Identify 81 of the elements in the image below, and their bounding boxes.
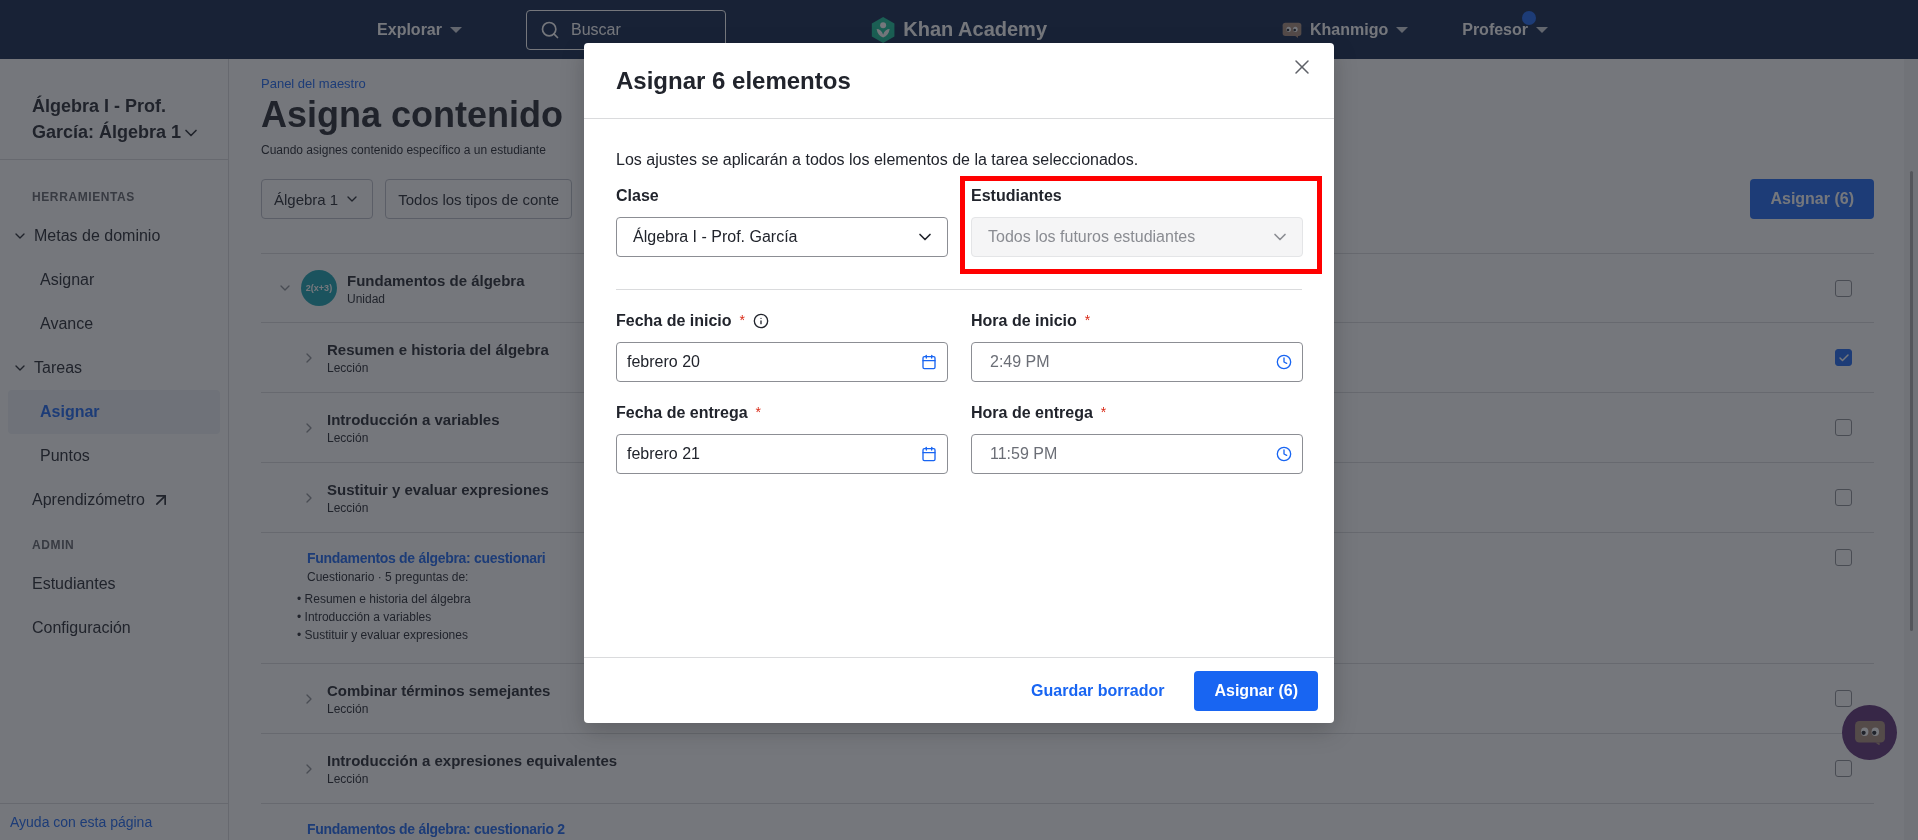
date-field[interactable]: febrero 21 bbox=[616, 434, 948, 474]
field-label: Fecha de inicio bbox=[616, 312, 732, 330]
checkbox[interactable] bbox=[1835, 489, 1852, 506]
field-label: Fecha de entrega bbox=[616, 404, 748, 422]
sidebar-item[interactable]: Estudiantes bbox=[8, 562, 220, 606]
clock-icon bbox=[1276, 446, 1292, 462]
time-field[interactable]: 2:49 PM bbox=[971, 342, 1303, 382]
field-label: Clase bbox=[616, 187, 659, 205]
logo-text: Khan Academy bbox=[903, 18, 1047, 41]
checkbox[interactable] bbox=[1835, 419, 1852, 436]
robot-face-icon bbox=[1282, 21, 1302, 38]
calendar-icon bbox=[921, 354, 937, 370]
bullet-item: • Sustituir y evaluar expresiones bbox=[297, 627, 468, 644]
search-icon bbox=[540, 19, 560, 40]
search-field[interactable]: Buscar bbox=[526, 9, 726, 50]
select-field[interactable]: Álgebra I - Prof. García bbox=[616, 217, 948, 257]
row-subtitle: Lección bbox=[327, 361, 369, 375]
scrollbar[interactable] bbox=[1904, 59, 1918, 840]
bullet-item: • Introducción a variables bbox=[297, 609, 432, 626]
time-field[interactable]: 11:59 PM bbox=[971, 434, 1303, 474]
sidebar-item[interactable]: Tareas bbox=[8, 346, 220, 390]
row-title: Resumen e historia del álgebra bbox=[327, 340, 549, 359]
checkbox[interactable] bbox=[1835, 549, 1852, 566]
checkbox[interactable] bbox=[1835, 690, 1852, 707]
field-label: Hora de inicio bbox=[971, 312, 1077, 330]
class-selector[interactable]: Álgebra I - Prof. García: Álgebra 1 bbox=[0, 59, 228, 160]
breadcrumb-link[interactable]: Panel del maestro bbox=[261, 76, 366, 91]
assign-button[interactable]: Asignar (6) bbox=[1194, 670, 1318, 711]
sidebar-item[interactable]: Asignar bbox=[8, 390, 220, 434]
page-description: Cuando asignes contenido específico a un estudiante bbox=[261, 143, 547, 157]
required-mark: * bbox=[1100, 404, 1107, 420]
row-subtitle: Cuestionario · 5 preguntas de: bbox=[307, 570, 469, 584]
robot-face-icon bbox=[1853, 719, 1886, 746]
row-subtitle: Lección bbox=[327, 772, 369, 786]
row-title: Introducción a expresiones equivalentes bbox=[327, 751, 618, 770]
sidebar-item[interactable]: Configuración bbox=[8, 606, 220, 650]
row-subtitle: Lección bbox=[327, 431, 369, 445]
date-field[interactable]: febrero 20 bbox=[616, 342, 948, 382]
bullet-item: • Resumen e historia del álgebra bbox=[297, 591, 471, 608]
caret-icon bbox=[450, 26, 462, 33]
row-title[interactable]: Fundamentos de álgebra: cuestionario 2 bbox=[307, 820, 565, 839]
section-heading: HERRAMIENTAS bbox=[31, 189, 136, 206]
checkbox[interactable] bbox=[1835, 279, 1852, 297]
field-label: Hora de entrega bbox=[971, 404, 1093, 422]
required-mark: * bbox=[739, 312, 746, 328]
row-title: Introducción a variables bbox=[327, 410, 500, 429]
row-title[interactable]: Fundamentos de álgebra: cuestionari bbox=[307, 549, 546, 568]
sidebar-item[interactable]: Puntos bbox=[8, 434, 220, 478]
filter-dropdown[interactable]: Todos los tipos de conte bbox=[385, 179, 573, 219]
row-subtitle: Lección bbox=[327, 501, 369, 515]
sidebar-item[interactable]: Avance bbox=[8, 302, 220, 346]
row-subtitle: Lección bbox=[327, 702, 369, 716]
required-mark: * bbox=[1084, 312, 1091, 328]
sidebar-item[interactable]: Aprendizómetro bbox=[8, 478, 220, 522]
chat-assistant-button[interactable] bbox=[1842, 705, 1897, 760]
caret-icon bbox=[1396, 26, 1409, 33]
unit-icon: 2(x+3) bbox=[301, 270, 337, 306]
row-title: Sustituir y evaluar expresiones bbox=[327, 480, 549, 499]
checkbox[interactable] bbox=[1835, 760, 1852, 777]
info-icon[interactable] bbox=[753, 313, 770, 329]
row-subtitle: Unidad bbox=[347, 291, 386, 306]
checkbox[interactable] bbox=[1835, 349, 1852, 366]
khanmigo-menu[interactable]: Khanmigo bbox=[1282, 20, 1409, 39]
page-title: Asigna contenido bbox=[261, 93, 564, 137]
clock-icon bbox=[1276, 354, 1292, 370]
filter-dropdown[interactable]: Álgebra 1 bbox=[261, 179, 374, 219]
field-label: Estudiantes bbox=[971, 187, 1062, 205]
save-draft-button[interactable]: Guardar borrador bbox=[1027, 673, 1169, 708]
section-heading: ADMIN bbox=[31, 537, 76, 554]
calendar-icon bbox=[921, 446, 937, 462]
row-title: Combinar términos semejantes bbox=[327, 681, 551, 700]
dialog-note: Los ajustes se aplicarán a todos los elementos de la tarea seleccionados. bbox=[616, 151, 1140, 169]
help-link[interactable]: Ayuda con esta página bbox=[0, 803, 228, 840]
sidebar-item[interactable]: Metas de dominio bbox=[8, 214, 220, 258]
row-title: Fundamentos de álgebra bbox=[347, 270, 525, 290]
explore-menu[interactable]: Explorar bbox=[377, 20, 462, 39]
assign-button[interactable]: Asignar (6) bbox=[1750, 179, 1874, 219]
check-icon bbox=[1837, 351, 1850, 364]
required-mark: * bbox=[755, 404, 762, 420]
sidebar-item[interactable]: Asignar bbox=[8, 258, 220, 302]
dialog-title: Asignar 6 elementos bbox=[616, 66, 851, 95]
